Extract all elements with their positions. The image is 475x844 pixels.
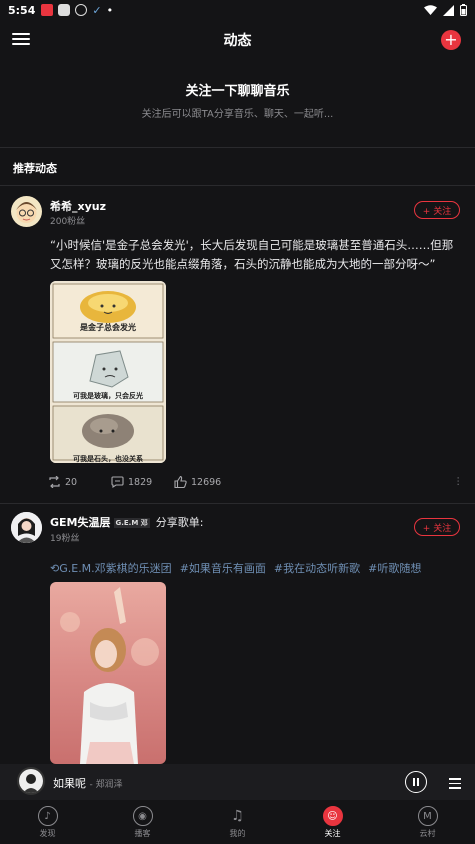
repost-button[interactable]: 20 <box>48 476 77 488</box>
nav-label: 云村 <box>419 829 436 838</box>
author-name-text[interactable]: GEM失温层 <box>50 516 111 529</box>
cat-notification-icon <box>58 4 71 16</box>
follow-icon: ☺ <box>322 806 343 826</box>
discover-icon: ♪ <box>37 806 58 826</box>
comment-count: 1829 <box>128 476 153 488</box>
song-title: 如果呢 <box>53 777 86 790</box>
image-caption: 可我是玻璃，只会反光 <box>73 392 143 400</box>
section-title: 推荐动态 <box>13 162 57 175</box>
topic-tag[interactable]: ⟲G.E.M.邓紫棋的乐迷团 <box>50 560 172 576</box>
nav-label: 我的 <box>229 829 246 838</box>
nav-label: 播客 <box>134 829 151 838</box>
playlist-icon[interactable] <box>445 775 461 789</box>
mini-player[interactable]: 如果呢 - 郑润泽 <box>0 764 475 800</box>
divider <box>0 503 475 504</box>
check-notification-icon: ✓ <box>92 3 102 17</box>
menu-icon[interactable] <box>12 30 30 48</box>
music-note-icon: ♫ <box>231 808 244 824</box>
post-image[interactable]: 是金子总会发光 可我是玻璃，只会反光 可我是石头，也没关系 <box>50 281 166 463</box>
author-name: GEM失温层 G.E.M 邓分享歌单: <box>50 514 203 530</box>
comment-icon <box>111 476 124 488</box>
nav-label: 发现 <box>39 829 56 838</box>
village-icon: M <box>417 806 438 826</box>
comment-button[interactable]: 1829 <box>111 476 152 488</box>
add-button[interactable]: + <box>441 30 461 50</box>
now-playing: 如果呢 - 郑润泽 <box>53 775 123 791</box>
like-count: 12696 <box>191 476 222 488</box>
nav-item-follow[interactable]: ☺ 关注 <box>285 800 380 844</box>
like-button[interactable]: 12696 <box>174 476 221 488</box>
nav-item-mine[interactable]: ♫ 我的 <box>190 800 285 844</box>
thumbs-up-icon <box>174 476 187 488</box>
divider <box>0 185 475 186</box>
topic-tags: ⟲G.E.M.邓紫棋的乐迷团 #如果音乐有画面 #我在动态听新歌 #听歌随想 <box>50 560 421 576</box>
repost-count: 20 <box>65 476 78 488</box>
topic-tag[interactable]: #听歌随想 <box>368 560 421 576</box>
more-options-icon[interactable]: ⋮ <box>454 476 464 487</box>
song-artist: - 郑润泽 <box>89 780 123 790</box>
app-header: 动态 + <box>0 22 475 58</box>
status-bar: 5:54 ✓ • <box>0 0 475 20</box>
album-disc[interactable] <box>17 767 45 795</box>
topic-tag[interactable]: #我在动态听新歌 <box>274 560 360 576</box>
link-icon: ⟲ <box>50 562 60 575</box>
bottom-nav: ♪ 发现 ◉ 播客 ♫ 我的 ☺ 关注 M 云村 <box>0 800 475 844</box>
image-caption: 可我是石头，也没关系 <box>73 455 143 463</box>
follow-button[interactable]: + 关注 <box>414 518 460 536</box>
netease-notification-icon <box>41 4 54 16</box>
fan-count: 19粉丝 <box>50 534 80 544</box>
repost-icon <box>49 476 60 488</box>
page-title: 动态 <box>223 33 252 49</box>
podcast-icon: ◉ <box>132 806 153 826</box>
cellular-signal-icon <box>443 4 454 16</box>
post-actions: 20 1829 12696 ⋮ <box>48 476 463 492</box>
fan-count: 200粉丝 <box>50 217 86 227</box>
divider <box>0 147 475 148</box>
follow-hint-subtitle: 关注后可以跟TA分享音乐、聊天、一起听... <box>141 109 334 120</box>
follow-button[interactable]: + 关注 <box>414 201 460 219</box>
more-notifications-dot: • <box>106 3 114 17</box>
avatar[interactable] <box>11 512 42 543</box>
netease-music-notification-icon <box>75 4 88 16</box>
nav-item-podcast[interactable]: ◉ 播客 <box>95 800 190 844</box>
follow-hint: 关注一下聊聊音乐 关注后可以跟TA分享音乐、聊天、一起听... <box>0 80 475 120</box>
follow-hint-heading: 关注一下聊聊音乐 <box>185 84 290 99</box>
pause-button[interactable] <box>405 771 427 793</box>
topic-tag[interactable]: #如果音乐有画面 <box>180 560 266 576</box>
nav-label: 关注 <box>324 829 341 838</box>
image-caption: 是金子总会发光 <box>80 323 136 332</box>
battery-icon <box>460 4 467 16</box>
wifi-icon <box>424 5 437 15</box>
post-text: “小时候信'是金子总会发光'，长大后发现自己可能是玻璃甚至普通石头……但那又怎样… <box>50 238 454 271</box>
nav-item-discover[interactable]: ♪ 发现 <box>0 800 95 844</box>
nav-item-village[interactable]: M 云村 <box>380 800 475 844</box>
share-playlist-text: 分享歌单: <box>155 516 204 529</box>
post-image[interactable] <box>50 582 166 764</box>
fan-badge: G.E.M 邓 <box>113 518 150 528</box>
author-name[interactable]: 希希_xyuz <box>50 198 106 214</box>
status-time: 5:54 <box>8 3 36 17</box>
avatar[interactable] <box>11 196 42 227</box>
